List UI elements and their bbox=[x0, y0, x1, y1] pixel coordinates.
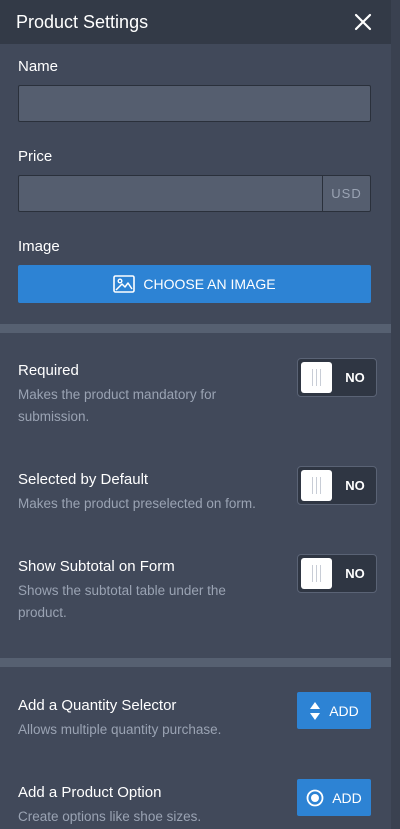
radio-icon bbox=[306, 789, 324, 806]
image-icon bbox=[113, 275, 136, 293]
currency-label: USD bbox=[322, 176, 370, 211]
product-option-title: Add a Product Option bbox=[18, 784, 162, 801]
name-field-wrapper bbox=[18, 85, 371, 122]
price-field-wrapper: USD bbox=[18, 175, 371, 212]
quantity-selector-title: Add a Quantity Selector bbox=[18, 697, 177, 714]
product-settings-panel: Product Settings Name Price USD Image CH… bbox=[0, 0, 391, 829]
price-label: Price bbox=[18, 148, 53, 165]
toggle-state: NO bbox=[345, 478, 365, 493]
show-subtotal-title: Show Subtotal on Form bbox=[18, 558, 175, 575]
quantity-selector-description: Allows multiple quantity purchase. bbox=[18, 722, 222, 737]
selected-default-title: Selected by Default bbox=[18, 471, 149, 488]
name-input[interactable] bbox=[19, 86, 370, 121]
toggle-knob bbox=[301, 470, 332, 501]
toggle-knob bbox=[301, 362, 332, 393]
toggle-state: NO bbox=[345, 370, 365, 385]
name-label: Name bbox=[18, 58, 59, 75]
toggle-state: NO bbox=[345, 566, 365, 581]
add-product-option-button[interactable]: ADD bbox=[297, 779, 371, 816]
add-label: ADD bbox=[329, 702, 359, 719]
up-down-arrows-icon bbox=[310, 701, 321, 720]
choose-image-label: CHOOSE AN IMAGE bbox=[143, 276, 276, 292]
image-label: Image bbox=[18, 238, 60, 255]
required-title: Required bbox=[18, 362, 79, 379]
section-divider bbox=[0, 324, 391, 333]
required-toggle[interactable]: NO bbox=[297, 358, 377, 397]
required-description: Makes the product mandatory for submissi… bbox=[18, 387, 217, 424]
choose-image-button[interactable]: CHOOSE AN IMAGE bbox=[18, 265, 371, 303]
toggle-knob bbox=[301, 558, 332, 589]
selected-default-description: Makes the product preselected on form. bbox=[18, 496, 256, 511]
add-quantity-selector-button[interactable]: ADD bbox=[297, 692, 371, 729]
selected-default-toggle[interactable]: NO bbox=[297, 466, 377, 505]
show-subtotal-toggle[interactable]: NO bbox=[297, 554, 377, 593]
panel-title: Product Settings bbox=[16, 11, 149, 32]
show-subtotal-description: Shows the subtotal table under the produ… bbox=[18, 583, 226, 620]
price-input[interactable] bbox=[19, 176, 322, 211]
section-divider bbox=[0, 658, 391, 667]
panel-header: Product Settings bbox=[0, 0, 391, 44]
scrollbar-track[interactable] bbox=[391, 0, 400, 829]
close-button[interactable] bbox=[351, 10, 375, 34]
close-icon bbox=[354, 13, 372, 31]
add-label: ADD bbox=[332, 789, 362, 806]
product-option-description: Create options like shoe sizes. bbox=[18, 809, 202, 824]
